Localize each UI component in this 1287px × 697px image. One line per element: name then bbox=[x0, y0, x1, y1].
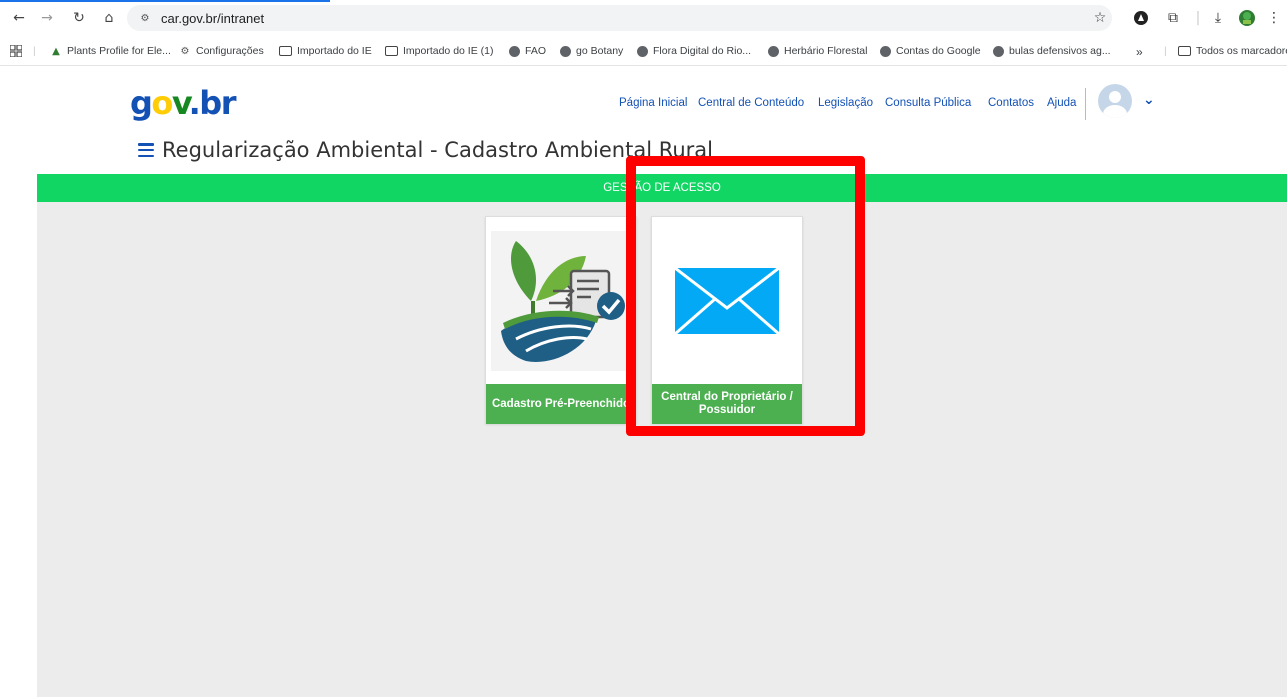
bookmark-label: Herbário Florestal bbox=[784, 45, 868, 57]
logo-letter: o bbox=[151, 84, 173, 122]
browser-menu-icon[interactable]: ⋮ bbox=[1264, 8, 1284, 28]
globe-icon bbox=[768, 45, 779, 57]
bookmark-item[interactable]: bulas defensivos ag... bbox=[993, 45, 1111, 57]
all-bookmarks-button[interactable]: Todos os marcadores bbox=[1178, 45, 1287, 57]
browser-toolbar: ← → ↻ ⌂ ⚙ car.gov.br/intranet ☆ ⧉ | ⤓ ⋮ bbox=[0, 0, 1287, 38]
nav-link-central-conteudo[interactable]: Central de Conteúdo bbox=[698, 97, 804, 109]
bookmark-item[interactable]: ▲ Plants Profile for Ele... bbox=[50, 45, 171, 57]
nav-link-contatos[interactable]: Contatos bbox=[988, 97, 1034, 109]
avatar-body bbox=[1103, 105, 1127, 118]
highlight-box bbox=[626, 156, 865, 436]
hamburger-menu-icon[interactable] bbox=[138, 143, 154, 157]
bookmark-separator: | bbox=[1164, 45, 1167, 57]
gear-icon: ⚙ bbox=[180, 45, 190, 57]
card-cadastro-pre-preenchido[interactable]: Cadastro Pré-Preenchido bbox=[485, 216, 637, 424]
url-text[interactable]: car.gov.br/intranet bbox=[161, 11, 264, 26]
bookmark-item[interactable]: Contas do Google bbox=[880, 45, 981, 57]
download-icon[interactable]: ⤓ bbox=[1208, 8, 1228, 28]
bookmark-label: Importado do IE bbox=[297, 45, 372, 57]
more-bookmarks-button[interactable]: » bbox=[1136, 45, 1143, 59]
toolbar-separator: | bbox=[1195, 10, 1201, 26]
tab-accent bbox=[0, 0, 330, 2]
bookmark-item[interactable]: ⚙ Configurações bbox=[179, 45, 264, 57]
bookmark-item[interactable]: Importado do IE bbox=[279, 45, 372, 57]
back-button[interactable]: ← bbox=[10, 9, 28, 27]
chevron-down-icon[interactable]: ⌄ bbox=[1143, 92, 1159, 108]
extension-icon[interactable] bbox=[1131, 8, 1151, 28]
extensions-puzzle-icon[interactable]: ⧉ bbox=[1163, 8, 1183, 28]
reload-button[interactable]: ↻ bbox=[70, 9, 88, 27]
globe-icon bbox=[880, 45, 891, 57]
bookmark-label: Flora Digital do Rio... bbox=[653, 45, 752, 57]
nav-link-consulta-publica[interactable]: Consulta Pública bbox=[885, 97, 971, 109]
avatar-head bbox=[1109, 91, 1121, 103]
nav-link-legislacao[interactable]: Legislação bbox=[818, 97, 873, 109]
avatar[interactable] bbox=[1098, 84, 1132, 118]
site-info-icon[interactable]: ⚙ bbox=[137, 10, 153, 26]
bookmark-label: FAO bbox=[525, 45, 547, 57]
bookmark-label: Contas do Google bbox=[896, 45, 981, 57]
card-image bbox=[486, 217, 636, 384]
bookmark-label: Configurações bbox=[196, 45, 264, 57]
card-label[interactable]: Cadastro Pré-Preenchido bbox=[486, 384, 636, 424]
bookmark-label: go Botany bbox=[576, 45, 624, 57]
globe-icon bbox=[637, 45, 648, 57]
globe-icon bbox=[993, 45, 1004, 57]
logo-letter: . bbox=[188, 84, 201, 122]
apps-icon[interactable] bbox=[10, 45, 22, 57]
profile-icon[interactable] bbox=[1237, 8, 1257, 28]
folder-icon bbox=[1178, 46, 1191, 56]
plant-document-icon bbox=[491, 230, 631, 371]
bookmark-item[interactable]: Flora Digital do Rio... bbox=[637, 45, 751, 57]
bookmarks-bar: | ▲ Plants Profile for Ele... ⚙ Configur… bbox=[0, 38, 1287, 66]
bookmark-label: Importado do IE (1) bbox=[403, 45, 494, 57]
bookmark-star-icon[interactable]: ☆ bbox=[1090, 8, 1110, 28]
globe-icon bbox=[509, 45, 520, 57]
folder-icon bbox=[385, 46, 398, 56]
nav-divider bbox=[1085, 88, 1086, 120]
bookmark-label: Todos os marcadores bbox=[1196, 45, 1287, 57]
home-button[interactable]: ⌂ bbox=[100, 9, 118, 27]
logo-letter: br bbox=[199, 84, 236, 122]
bookmark-item[interactable]: Importado do IE (1) bbox=[385, 45, 493, 57]
bookmark-label: Plants Profile for Ele... bbox=[67, 45, 171, 57]
forward-button[interactable]: → bbox=[38, 9, 56, 27]
url-bar[interactable]: ⚙ car.gov.br/intranet bbox=[127, 5, 1112, 31]
globe-icon bbox=[560, 45, 571, 57]
nav-link-ajuda[interactable]: Ajuda bbox=[1047, 97, 1076, 109]
nav-link-pagina-inicial[interactable]: Página Inicial bbox=[619, 97, 687, 109]
govbr-logo[interactable]: gov.br bbox=[130, 84, 236, 122]
bookmark-item[interactable]: FAO bbox=[509, 45, 546, 57]
folder-icon bbox=[279, 46, 292, 56]
bookmark-separator: | bbox=[33, 45, 36, 57]
bookmark-label: bulas defensivos ag... bbox=[1009, 45, 1111, 57]
logo-letter: g bbox=[130, 84, 153, 122]
bookmark-item[interactable]: go Botany bbox=[560, 45, 623, 57]
bookmark-item[interactable]: Herbário Florestal bbox=[768, 45, 867, 57]
leaf-icon: ▲ bbox=[52, 45, 60, 57]
logo-letter: v bbox=[171, 84, 190, 122]
